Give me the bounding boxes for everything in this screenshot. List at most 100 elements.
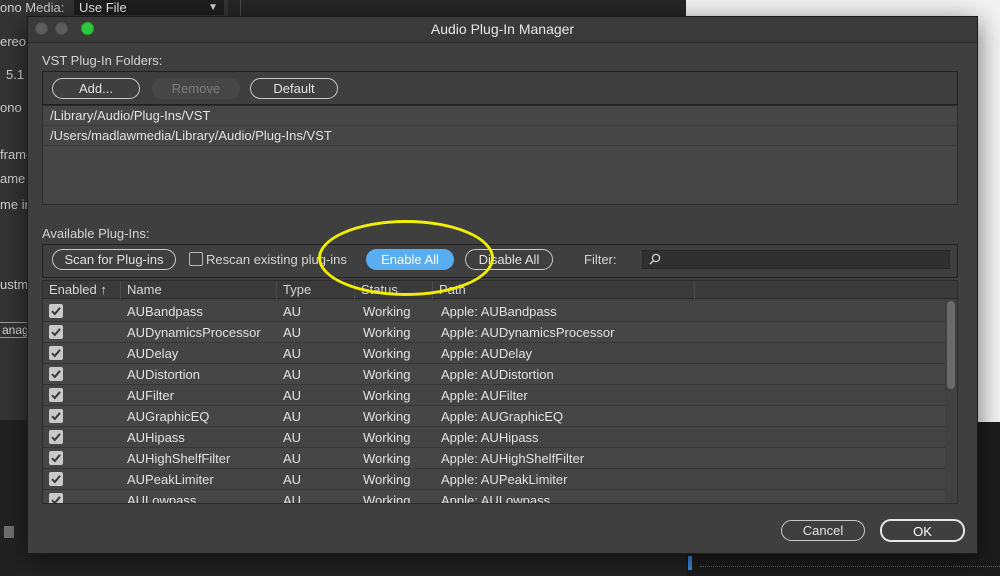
dialog-titlebar[interactable]: Audio Plug-In Manager [28,17,977,43]
checkmark-icon [51,349,61,358]
filter-label: Filter: [584,252,617,267]
cell-path: Apple: AUPeakLimiter [441,472,568,487]
table-row[interactable]: AUFilter AU Working Apple: AUFilter [43,385,945,406]
audio-plugin-manager-dialog: Audio Plug-In Manager VST Plug-In Folder… [27,16,978,554]
filter-search-input[interactable] [642,250,950,269]
ok-button[interactable]: OK [880,519,965,542]
vst-folder-item[interactable]: /Users/madlawmedia/Library/Audio/Plug-In… [43,126,957,146]
enabled-checkbox[interactable] [49,304,63,318]
enable-all-button[interactable]: Enable All [366,249,454,270]
cell-type: AU [283,304,302,319]
bg-label-51: 5.1 [6,67,25,82]
col-name-header[interactable]: Name [121,281,277,299]
bg-label-mono: ono [0,100,22,115]
table-row[interactable]: AUDelay AU Working Apple: AUDelay [43,343,945,364]
cell-name: AUFilter [127,388,174,403]
bg-manage-button[interactable]: anag [0,322,28,338]
cell-path: Apple: AUDistortion [441,367,554,382]
cell-name: AULowpass [127,493,197,504]
cell-status: Working [363,388,411,403]
bg-media-select[interactable]: Use File ▼ [74,0,224,15]
checkmark-icon [51,475,61,484]
table-body: AUBandpass AU Working Apple: AUBandpass AUDy… [43,301,945,504]
enabled-checkbox[interactable] [49,430,63,444]
cell-type: AU [283,451,302,466]
table-row[interactable]: AUHighShelfFilter AU Working Apple: AUHighS… [43,448,945,469]
cell-path: Apple: AUDynamicsProcessor [441,325,615,340]
checkmark-icon [51,433,61,442]
col-path-header[interactable]: Path [433,281,695,299]
col-enabled-label: Enabled [49,282,97,297]
cell-type: AU [283,430,302,445]
cell-type: AU [283,493,302,504]
checkmark-icon [51,391,61,400]
cell-name: AUDynamicsProcessor [127,325,261,340]
cell-type: AU [283,409,302,424]
cell-type: AU [283,472,302,487]
search-icon [649,253,661,265]
table-row[interactable]: AUPeakLimiter AU Working Apple: AUPeakLimit… [43,469,945,490]
enabled-checkbox[interactable] [49,472,63,486]
cell-type: AU [283,388,302,403]
enabled-checkbox[interactable] [49,346,63,360]
enabled-checkbox[interactable] [49,388,63,402]
checkmark-icon [51,412,61,421]
checkmark-icon [51,307,61,316]
available-plugins-label: Available Plug-Ins: [42,226,150,241]
cell-status: Working [363,451,411,466]
cancel-button[interactable]: Cancel [781,520,865,541]
cell-status: Working [363,493,411,504]
cell-name: AUDelay [127,346,179,361]
col-enabled-header[interactable]: Enabled ↑ [43,281,121,299]
background-toolbar [228,0,686,16]
cell-status: Working [363,367,411,382]
scan-for-plugins-button[interactable]: Scan for Plug-ins [52,249,176,270]
add-folder-button[interactable]: Add... [52,78,140,99]
col-status-header[interactable]: Status [355,281,433,299]
bg-label-stereo: ereo [0,34,27,49]
cell-type: AU [283,367,302,382]
cell-status: Working [363,304,411,319]
table-row[interactable]: AUHipass AU Working Apple: AUHipass [43,427,945,448]
cell-status: Working [363,430,411,445]
cell-type: AU [283,346,302,361]
zoom-window-icon[interactable] [81,22,94,35]
dialog-title: Audio Plug-In Manager [430,21,575,37]
table-header: Enabled ↑ Name Type Status Path [43,281,957,299]
minimize-window-icon[interactable] [55,22,68,35]
sort-ascending-icon: ↑ [100,282,107,297]
cell-name: AUBandpass [127,304,203,319]
disable-all-button[interactable]: Disable All [465,249,553,270]
rescan-existing-label: Rescan existing plug-ins [206,252,347,267]
enabled-checkbox[interactable] [49,451,63,465]
close-window-icon[interactable] [35,22,48,35]
cell-path: Apple: AUHighShelfFilter [441,451,585,466]
bg-media-select-value: Use File [79,0,127,15]
enabled-checkbox[interactable] [49,325,63,339]
bg-square-icon [4,526,14,538]
enabled-checkbox[interactable] [49,493,63,503]
table-row[interactable]: AUDynamicsProcessor AU Working Apple: AUDyn… [43,322,945,343]
cell-path: Apple: AUHipass [441,430,539,445]
rescan-existing-checkbox[interactable] [189,252,203,266]
checkmark-icon [51,454,61,463]
table-row[interactable]: AULowpass AU Working Apple: AULowpass [43,490,945,504]
table-scrollbar[interactable] [947,301,955,389]
enabled-checkbox[interactable] [49,367,63,381]
remove-folder-button[interactable]: Remove [152,78,240,99]
vst-folder-item[interactable]: /Library/Audio/Plug-Ins/VST [43,106,957,126]
checkmark-icon [51,496,61,503]
enabled-checkbox[interactable] [49,409,63,423]
default-folders-button[interactable]: Default [250,78,338,99]
cell-status: Working [363,346,411,361]
col-type-header[interactable]: Type [277,281,355,299]
cell-type: AU [283,325,302,340]
table-row[interactable]: AUBandpass AU Working Apple: AUBandpass [43,301,945,322]
bg-label-time: me ir [0,197,29,212]
bg-label-name: ame [0,171,26,186]
playhead-marker[interactable] [688,556,692,570]
vst-folders-label: VST Plug-In Folders: [42,53,163,68]
cell-path: Apple: AUFilter [441,388,528,403]
table-row[interactable]: AUDistortion AU Working Apple: AUDistortion [43,364,945,385]
table-row[interactable]: AUGraphicEQ AU Working Apple: AUGraphicEQ [43,406,945,427]
